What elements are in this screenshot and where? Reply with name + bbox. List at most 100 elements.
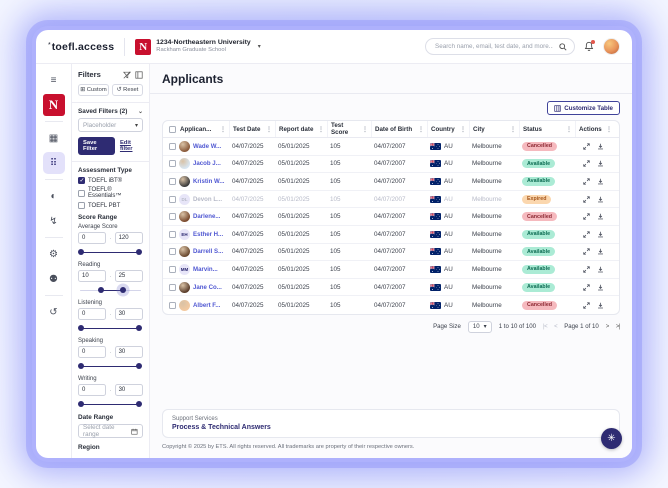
applicant-name-link[interactable]: Devon L... (193, 196, 222, 203)
saved-filter-select[interactable]: Placeholder ▾ (78, 118, 143, 132)
checkbox[interactable] (78, 190, 85, 197)
table-row[interactable]: Jane Co... 04/07/2025 05/01/2025 105 04/… (163, 279, 619, 297)
column-menu-icon[interactable]: ⋮ (418, 126, 424, 133)
table-row[interactable]: DL Devon L... 04/07/2025 05/01/2025 105 … (163, 191, 619, 209)
applicant-name-link[interactable]: Albert F... (193, 302, 220, 309)
row-checkbox[interactable] (169, 160, 176, 167)
row-checkbox[interactable] (169, 266, 176, 273)
table-row[interactable]: Albert F... 04/07/2025 05/01/2025 105 04… (163, 296, 619, 314)
row-checkbox[interactable] (169, 284, 176, 291)
applicant-name-link[interactable]: Marvin... (193, 266, 218, 273)
last-page-button[interactable]: >| (616, 323, 620, 330)
slider-handle-min[interactable] (78, 401, 84, 407)
row-checkbox[interactable] (169, 196, 176, 203)
slider-handle-max[interactable] (136, 249, 142, 255)
expand-row-icon[interactable] (583, 302, 590, 309)
column-header[interactable]: Date of Birth⋮ (371, 121, 427, 137)
expand-row-icon[interactable] (583, 178, 590, 185)
menu-icon[interactable]: ≡ (43, 69, 65, 91)
score-range-slider[interactable] (80, 362, 141, 370)
date-range-input[interactable]: Select date range (78, 424, 143, 438)
table-row[interactable]: EH Esther H... 04/07/2025 05/01/2025 105… (163, 226, 619, 244)
column-menu-icon[interactable]: ⋮ (460, 126, 466, 133)
slider-handle-min[interactable] (98, 287, 104, 293)
checkbox[interactable] (78, 202, 85, 209)
column-menu-icon[interactable]: ⋮ (510, 126, 516, 133)
row-checkbox[interactable] (169, 143, 176, 150)
min-score-input[interactable]: 0 (78, 232, 106, 244)
max-score-input[interactable]: 30 (115, 308, 143, 320)
table-row[interactable]: MM Marvin... 04/07/2025 05/01/2025 105 0… (163, 261, 619, 279)
clear-filters-icon[interactable] (123, 71, 131, 79)
custom-filter-button[interactable]: ⊞ Custom (78, 84, 109, 96)
column-menu-icon[interactable]: ⋮ (566, 126, 572, 133)
expand-row-icon[interactable] (583, 196, 590, 203)
flash-icon[interactable]: ↯ (43, 210, 65, 232)
max-score-input[interactable]: 30 (115, 346, 143, 358)
user-avatar[interactable] (603, 38, 620, 55)
download-icon[interactable] (597, 248, 604, 255)
collapse-panel-icon[interactable] (135, 71, 143, 79)
slider-handle-max[interactable] (136, 401, 142, 407)
customize-table-button[interactable]: Customize Table (547, 101, 620, 115)
row-checkbox[interactable] (169, 213, 176, 220)
table-row[interactable]: Jacob J... 04/07/2025 05/01/2025 105 04/… (163, 156, 619, 174)
score-range-slider[interactable] (80, 324, 141, 332)
score-range-slider[interactable] (80, 248, 141, 256)
download-icon[interactable] (597, 302, 604, 309)
org-logo[interactable]: N (43, 94, 65, 116)
row-checkbox[interactable] (169, 302, 176, 309)
integrations-icon[interactable]: ↺ (43, 301, 65, 323)
column-header[interactable]: Applican...⋮ (163, 121, 229, 137)
score-range-slider[interactable] (80, 400, 141, 408)
expand-row-icon[interactable] (583, 266, 590, 273)
assessment-option[interactable]: TOEFL PBT (78, 202, 143, 209)
applicant-name-link[interactable]: Wade W... (193, 143, 221, 150)
column-menu-icon[interactable]: ⋮ (266, 126, 272, 133)
table-row[interactable]: Wade W... 04/07/2025 05/01/2025 105 04/0… (163, 138, 619, 156)
org-selector[interactable]: N 1234-Northeastern University Rackham G… (135, 39, 260, 55)
edit-filter-link[interactable]: Edit filter (120, 140, 143, 152)
select-all-checkbox[interactable] (169, 126, 176, 133)
expand-row-icon[interactable] (583, 231, 590, 238)
download-icon[interactable] (597, 231, 604, 238)
global-search[interactable] (425, 38, 575, 55)
row-checkbox[interactable] (169, 178, 176, 185)
max-score-input[interactable]: 25 (115, 270, 143, 282)
expand-row-icon[interactable] (583, 160, 590, 167)
first-page-button[interactable]: |< (543, 323, 547, 330)
download-icon[interactable] (597, 178, 604, 185)
column-menu-icon[interactable]: ⋮ (606, 126, 612, 133)
column-header[interactable]: Status⋮ (519, 121, 575, 137)
expand-row-icon[interactable] (583, 284, 590, 291)
search-input[interactable] (433, 42, 555, 51)
settings-icon[interactable]: ⚙ (43, 243, 65, 265)
table-row[interactable]: Kristin W... 04/07/2025 05/01/2025 105 0… (163, 173, 619, 191)
page-size-select[interactable]: 10▾ (468, 321, 492, 333)
column-header[interactable]: City⋮ (469, 121, 519, 137)
table-row[interactable]: Darrell S... 04/07/2025 05/01/2025 105 0… (163, 244, 619, 262)
slider-handle-max[interactable] (120, 287, 126, 293)
row-checkbox[interactable] (169, 248, 176, 255)
row-checkbox[interactable] (169, 231, 176, 238)
column-menu-icon[interactable]: ⋮ (318, 126, 324, 133)
chat-widget-button[interactable]: ✳ (601, 428, 622, 449)
next-page-button[interactable]: > (606, 323, 609, 330)
applicant-name-link[interactable]: Jacob J... (193, 160, 221, 167)
prev-page-button[interactable]: < (554, 323, 557, 330)
download-icon[interactable] (597, 160, 604, 167)
table-row[interactable]: Darlene... 04/07/2025 05/01/2025 105 04/… (163, 208, 619, 226)
max-score-input[interactable]: 30 (115, 384, 143, 396)
column-header[interactable]: Test Score⋮ (327, 121, 371, 137)
max-score-input[interactable]: 120 (115, 232, 143, 244)
applicant-name-link[interactable]: Darrell S... (193, 248, 223, 255)
slider-handle-min[interactable] (78, 325, 84, 331)
slider-handle-max[interactable] (136, 363, 142, 369)
score-range-slider[interactable] (80, 286, 141, 294)
users-icon[interactable]: ⚉ (43, 268, 65, 290)
download-icon[interactable] (597, 284, 604, 291)
slider-handle-min[interactable] (78, 249, 84, 255)
download-icon[interactable] (597, 213, 604, 220)
min-score-input[interactable]: 0 (78, 308, 106, 320)
chevron-up-icon[interactable]: ⌄ (138, 108, 143, 115)
